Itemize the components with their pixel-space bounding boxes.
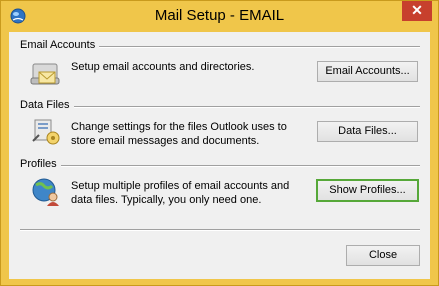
profiles-icon: [32, 178, 59, 206]
email-accounts-heading: Email Accounts: [20, 39, 100, 51]
dialog-body: Email Accounts Setup email accounts and …: [9, 32, 430, 279]
data-files-button-label: Data Files...: [338, 125, 397, 137]
email-accounts-icon: [30, 63, 60, 85]
email-accounts-button-label: Email Accounts...: [325, 65, 410, 77]
profiles-divider: [20, 165, 420, 167]
window-title: Mail Setup - EMAIL: [154, 7, 285, 24]
show-profiles-button[interactable]: Show Profiles...: [316, 179, 419, 202]
email-accounts-button[interactable]: Email Accounts...: [317, 61, 418, 82]
data-files-button[interactable]: Data Files...: [317, 121, 418, 142]
data-files-divider: [20, 106, 420, 108]
title-bar[interactable]: Mail Setup - EMAIL ✕: [1, 1, 438, 31]
data-files-icon: [32, 119, 60, 145]
mail-setup-window: Mail Setup - EMAIL ✕ Email Accounts Setu…: [0, 0, 439, 286]
email-accounts-description: Setup email accounts and directories.: [71, 61, 255, 73]
profiles-heading: Profiles: [20, 158, 61, 170]
close-button[interactable]: Close: [346, 245, 420, 266]
profiles-description: Setup multiple profiles of email account…: [71, 180, 290, 206]
show-profiles-button-label: Show Profiles...: [329, 184, 406, 196]
close-button-label: Close: [368, 249, 398, 261]
window-close-icon[interactable]: ✕: [402, 1, 432, 21]
footer-divider: [20, 229, 420, 231]
data-files-description: Change settings for the files Outlook us…: [71, 121, 287, 147]
data-files-heading: Data Files: [20, 99, 74, 111]
